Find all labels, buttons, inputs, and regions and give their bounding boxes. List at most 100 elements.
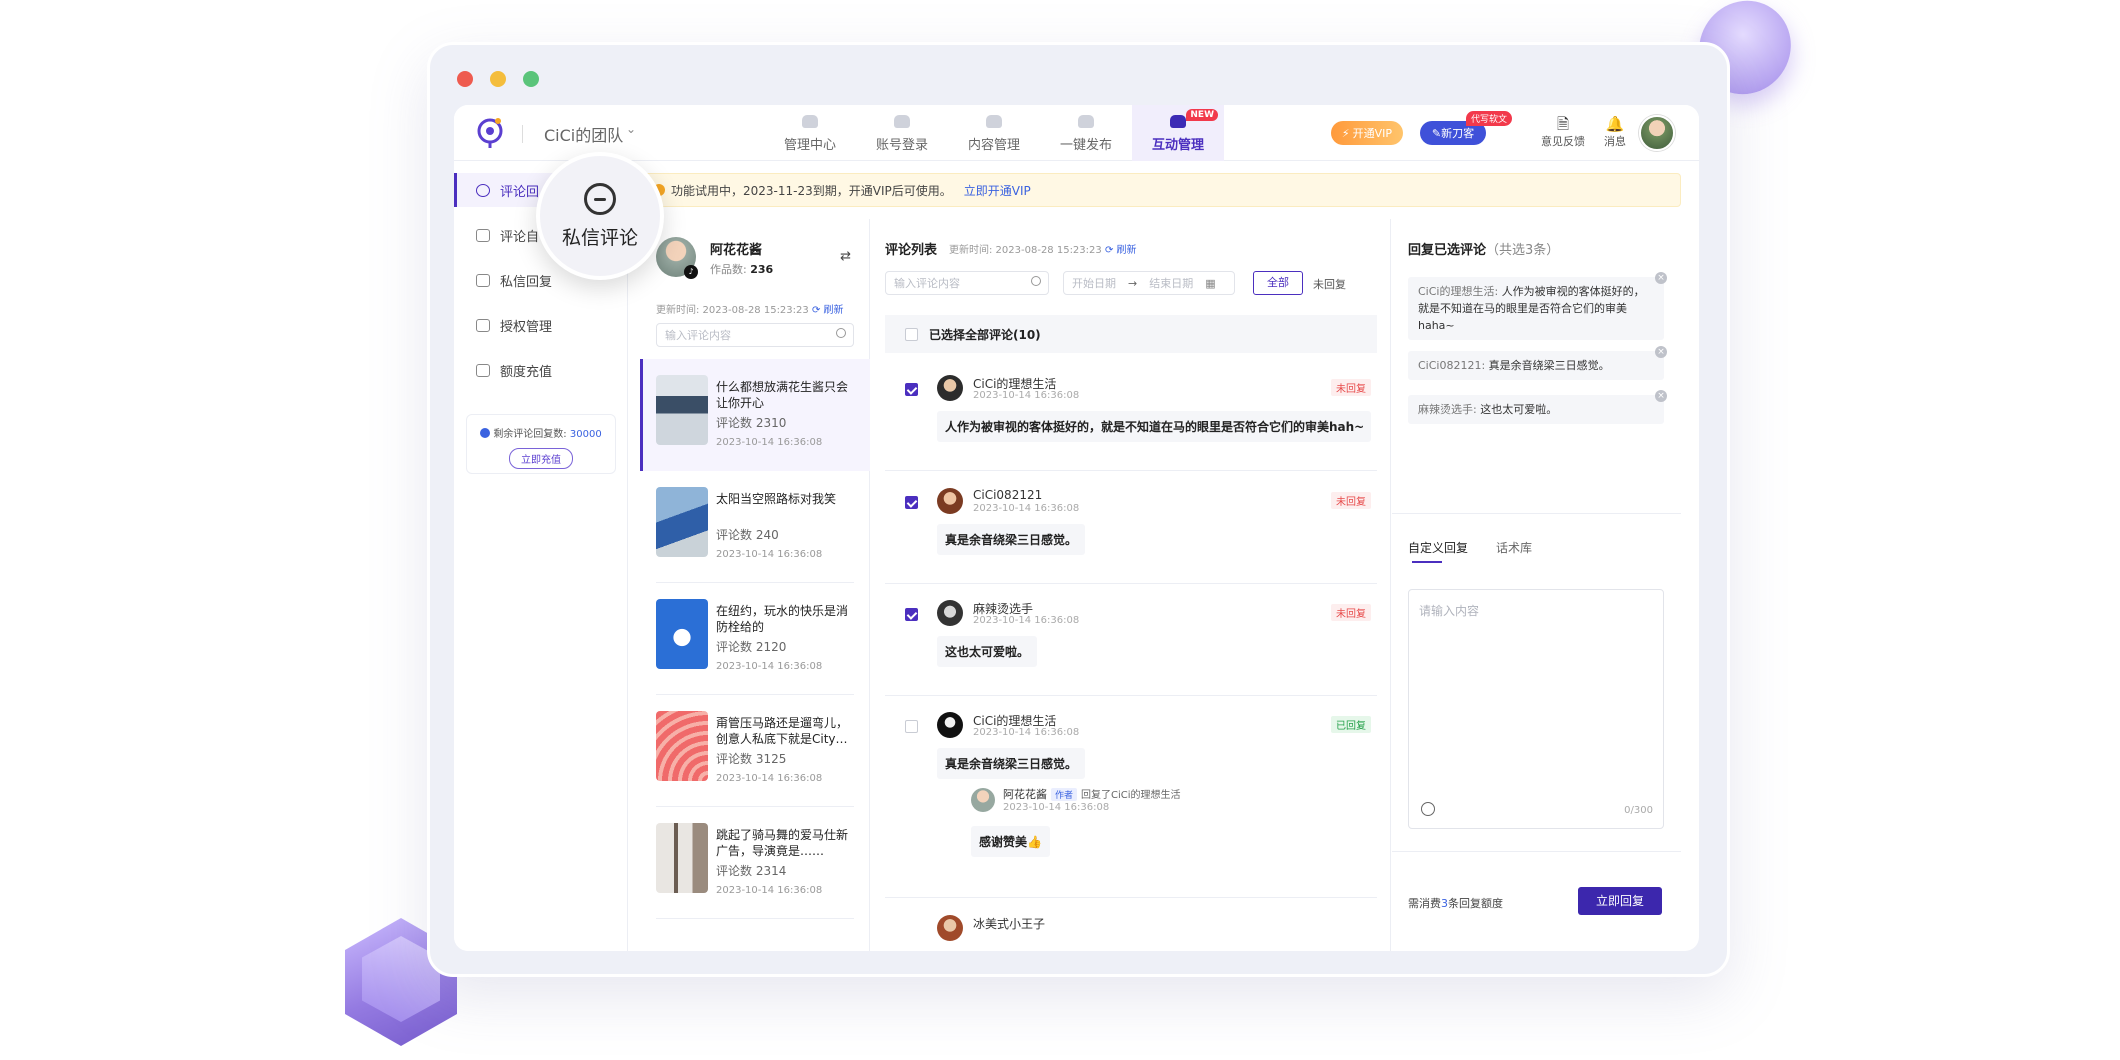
author-name: 阿花花酱 bbox=[1003, 788, 1047, 801]
brand-logo-icon[interactable] bbox=[476, 117, 504, 149]
authorization-icon bbox=[476, 318, 490, 332]
char-count: 0/300 bbox=[1624, 805, 1653, 816]
comment-item: CiCi的理想生活 2023-10-14 16:36:08 已回复 真是余音绕梁… bbox=[885, 696, 1377, 898]
magnifier-callout: 私信评论 bbox=[536, 152, 664, 280]
select-all-checkbox[interactable] bbox=[905, 328, 918, 341]
nova-label: 新刀客 bbox=[1441, 127, 1475, 140]
comment-search-input[interactable]: 输入评论内容 bbox=[885, 271, 1049, 295]
commenter-name: CiCi082121 bbox=[973, 488, 1043, 502]
refresh-label: 刷新 bbox=[1116, 245, 1137, 256]
comment-time: 2023-10-14 16:36:08 bbox=[973, 615, 1080, 626]
open-vip-button[interactable]: ⚡ 开通VIP bbox=[1331, 121, 1403, 145]
search-placeholder: 输入评论内容 bbox=[894, 277, 960, 290]
team-divider bbox=[522, 125, 523, 143]
magnifier-label: 私信评论 bbox=[561, 226, 638, 249]
chevron-down-icon[interactable]: ⌄ bbox=[626, 122, 636, 136]
comment-checkbox[interactable] bbox=[905, 383, 918, 396]
post-thumbnail bbox=[656, 711, 708, 781]
nav-account-login[interactable]: 账号登录 bbox=[856, 105, 948, 161]
search-placeholder: 输入评论内容 bbox=[665, 329, 731, 342]
post-title: 甭管压马路还是遛弯儿，创意人私底下就是City… bbox=[716, 716, 849, 746]
cost-prefix: 需消费 bbox=[1408, 897, 1441, 910]
post-comment-count: 评论数 2310 bbox=[716, 416, 787, 430]
arrow-icon: → bbox=[1128, 276, 1138, 290]
bell-icon: 🔔 bbox=[1605, 115, 1625, 133]
post-item[interactable]: 跳起了骑马舞的爱马仕新广告，导演竟是…… 评论数 2314 2023-10-14… bbox=[640, 807, 870, 919]
close-icon[interactable]: × bbox=[1655, 390, 1667, 402]
quota-value: 30000 bbox=[569, 429, 602, 440]
comment-list-panel: 评论列表 更新时间: 2023-08-28 15:23:23 ⟳ 刷新 输入评论… bbox=[871, 219, 1391, 951]
feedback-button[interactable]: 🗎 意见反馈 bbox=[1541, 115, 1585, 149]
commenter-avatar bbox=[937, 488, 963, 514]
emoji-icon[interactable] bbox=[1421, 802, 1435, 816]
sidebar-item-recharge[interactable]: 额度充值 bbox=[454, 353, 628, 387]
status-badge: 未回复 bbox=[1331, 604, 1371, 621]
comment-checkbox[interactable] bbox=[905, 608, 918, 621]
nav-management-center[interactable]: 管理中心 bbox=[764, 105, 856, 161]
date-range-picker[interactable]: 开始日期 → 结束日期 ▦ bbox=[1063, 271, 1235, 295]
post-search-input[interactable]: 输入评论内容 bbox=[656, 323, 854, 347]
posts-panel: ♪ 阿花花酱 作品数: 236 ⇄ 更新时间: 2023-08-28 15:23… bbox=[640, 219, 870, 951]
filter-all-button[interactable]: 全部 bbox=[1253, 271, 1303, 295]
messages-button[interactable]: 🔔 消息 bbox=[1604, 115, 1626, 149]
start-date: 开始日期 bbox=[1072, 277, 1116, 290]
reply-textarea[interactable]: 请输入内容 0/300 bbox=[1408, 589, 1664, 829]
selected-comment: CiCi082121: 真是余音绕梁三日感觉。 × bbox=[1408, 346, 1667, 380]
nav-one-click-publish[interactable]: 一键发布 bbox=[1040, 105, 1132, 161]
content-management-icon bbox=[986, 115, 1002, 128]
nav-content-management[interactable]: 内容管理 bbox=[948, 105, 1040, 161]
comment-checkbox[interactable] bbox=[905, 496, 918, 509]
post-item[interactable]: 甭管压马路还是遛弯儿，创意人私底下就是City… 评论数 3125 2023-1… bbox=[640, 695, 870, 807]
switch-account-icon[interactable]: ⇄ bbox=[840, 249, 851, 264]
account-name: 阿花花酱 bbox=[710, 243, 763, 258]
user-avatar[interactable] bbox=[1639, 115, 1675, 151]
refresh-button[interactable]: ⟳ 刷新 bbox=[1105, 245, 1137, 256]
sidebar-item-label: 评论回 bbox=[500, 184, 540, 200]
close-window-button[interactable] bbox=[457, 71, 473, 87]
comment-time: 2023-10-14 16:36:08 bbox=[973, 503, 1080, 514]
reply-now-button[interactable]: 立即回复 bbox=[1578, 887, 1662, 915]
selected-comment: 麻辣烫选手: 这也太可爱啦。 × bbox=[1408, 390, 1667, 424]
interaction-robot-icon bbox=[1170, 115, 1186, 128]
team-switcher[interactable]: CiCi的团队 bbox=[544, 122, 623, 146]
recharge-button[interactable]: 立即充值 bbox=[509, 448, 573, 469]
search-icon[interactable] bbox=[1031, 276, 1041, 286]
sidebar-item-authorization[interactable]: 授权管理 bbox=[454, 308, 628, 342]
nav-interaction-management[interactable]: 互动管理 NEW bbox=[1132, 105, 1224, 161]
open-vip-link[interactable]: 立即开通VIP bbox=[964, 182, 1031, 199]
filter-unreplied-button[interactable]: 未回复 bbox=[1313, 276, 1346, 292]
comment-text: 真是余音绕梁三日感觉。 bbox=[937, 748, 1086, 779]
post-comment-count: 评论数 240 bbox=[716, 528, 779, 542]
nav-label: 内容管理 bbox=[967, 138, 1020, 153]
end-date: 结束日期 bbox=[1149, 277, 1194, 290]
post-title: 太阳当空照路标对我笑 bbox=[716, 492, 837, 506]
close-icon[interactable]: × bbox=[1655, 272, 1667, 284]
comment-text: 这也太可爱啦。 bbox=[937, 636, 1038, 667]
post-item[interactable]: 什么都想放满花生酱只会让你开心 评论数 2310 2023-10-14 16:3… bbox=[640, 359, 870, 471]
comment-text: 真是余音绕梁三日感觉。 bbox=[937, 524, 1086, 555]
nav-label: 互动管理 bbox=[1151, 138, 1204, 153]
refresh-button[interactable]: ⟳ 刷新 bbox=[812, 305, 844, 316]
window-controls bbox=[457, 71, 539, 87]
comment-list-update: 更新时间: 2023-08-28 15:23:23 ⟳ 刷新 bbox=[949, 241, 1137, 256]
close-icon[interactable]: × bbox=[1655, 346, 1667, 358]
status-badge: 未回复 bbox=[1331, 379, 1371, 396]
post-item[interactable]: 在纽约，玩水的快乐是消防栓给的 评论数 2120 2023-10-14 16:3… bbox=[640, 583, 870, 695]
comment-checkbox[interactable] bbox=[905, 720, 918, 733]
works-count: 236 bbox=[750, 263, 774, 276]
search-icon[interactable] bbox=[836, 328, 846, 338]
nav-label: 管理中心 bbox=[783, 138, 836, 153]
comment-text: 人作为被审视的客体挺好的，就是不知道在马的眼里是否符合它们的审美hah~ bbox=[937, 411, 1371, 442]
selected-count: （共选3条） bbox=[1486, 243, 1560, 258]
minimize-window-button[interactable] bbox=[490, 71, 506, 87]
post-item[interactable]: 太阳当空照路标对我笑 评论数 240 2023-10-14 16:36:08 bbox=[640, 471, 870, 583]
comment-list-title: 评论列表 bbox=[885, 243, 938, 258]
divider bbox=[1392, 513, 1681, 514]
reply-placeholder: 请输入内容 bbox=[1419, 604, 1480, 618]
post-title: 跳起了骑马舞的爱马仕新广告，导演竟是…… bbox=[716, 828, 849, 858]
tab-custom-reply[interactable]: 自定义回复 bbox=[1408, 539, 1468, 556]
main-nav: 管理中心 账号登录 内容管理 一键发布 互动管理 NEW bbox=[764, 105, 1224, 161]
tab-script-library[interactable]: 话术库 bbox=[1496, 539, 1532, 556]
maximize-window-button[interactable] bbox=[523, 71, 539, 87]
update-time-text: 更新时间: 2023-08-28 15:23:23 bbox=[949, 245, 1102, 256]
